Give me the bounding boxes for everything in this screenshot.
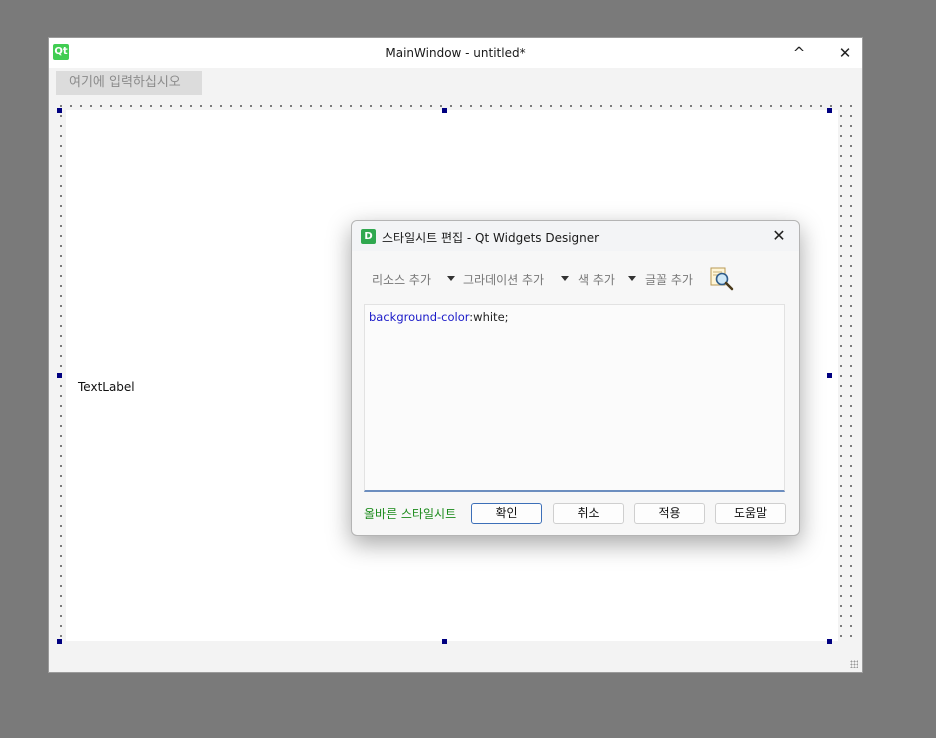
dialog-titlebar: D 스타일시트 편집 - Qt Widgets Designer ✕ bbox=[352, 221, 799, 251]
selection-handle-bottom-right[interactable] bbox=[827, 639, 832, 644]
selection-handle-right[interactable] bbox=[827, 373, 832, 378]
stylesheet-editor-dialog: D 스타일시트 편집 - Qt Widgets Designer ✕ 리소스 추… bbox=[351, 220, 800, 536]
add-resource-dropdown-icon[interactable] bbox=[447, 276, 455, 281]
css-value: :white; bbox=[469, 310, 509, 324]
add-resource-button[interactable]: 리소스 추가 bbox=[372, 271, 431, 288]
selection-handle-top-left[interactable] bbox=[57, 108, 62, 113]
add-color-button[interactable]: 색 추가 bbox=[578, 271, 615, 288]
selection-handle-top[interactable] bbox=[442, 108, 447, 113]
window-title: MainWindow - untitled* bbox=[385, 46, 526, 60]
selection-handle-left[interactable] bbox=[57, 373, 62, 378]
magnifier-icon[interactable] bbox=[708, 266, 734, 292]
window-titlebar: Qt MainWindow - untitled* ^ ✕ bbox=[49, 38, 862, 68]
add-gradient-dropdown-icon[interactable] bbox=[561, 276, 569, 281]
menubar: 여기에 입력하십시오 bbox=[49, 68, 862, 98]
selection-handle-bottom[interactable] bbox=[442, 639, 447, 644]
css-property: background-color bbox=[369, 310, 470, 324]
add-color-dropdown-icon[interactable] bbox=[628, 276, 636, 281]
validation-status: 올바른 스타일시트 bbox=[364, 507, 457, 521]
apply-button[interactable]: 적용 bbox=[634, 503, 705, 524]
help-button[interactable]: 도움말 bbox=[715, 503, 786, 524]
stylesheet-code-line: background-color:white; bbox=[369, 310, 509, 324]
window-resize-grip[interactable] bbox=[850, 660, 858, 668]
stylesheet-toolbar: 리소스 추가 그라데이션 추가 색 추가 글꼴 추가 bbox=[372, 265, 789, 293]
dialog-title: 스타일시트 편집 - Qt Widgets Designer bbox=[382, 231, 600, 245]
selection-handle-bottom-left[interactable] bbox=[57, 639, 62, 644]
close-window-button[interactable]: ✕ bbox=[825, 40, 865, 66]
add-font-button[interactable]: 글꼴 추가 bbox=[645, 271, 693, 288]
ok-button[interactable]: 확인 bbox=[471, 503, 542, 524]
add-gradient-button[interactable]: 그라데이션 추가 bbox=[463, 271, 544, 288]
cancel-button[interactable]: 취소 bbox=[553, 503, 624, 524]
designer-app-icon: D bbox=[361, 229, 376, 244]
stylesheet-text-editor[interactable]: background-color:white; bbox=[364, 304, 785, 492]
selection-handle-top-right[interactable] bbox=[827, 108, 832, 113]
text-label[interactable]: TextLabel bbox=[78, 380, 135, 394]
dialog-close-button[interactable]: ✕ bbox=[765, 224, 793, 248]
menu-type-here-placeholder[interactable]: 여기에 입력하십시오 bbox=[56, 71, 202, 95]
collapse-button[interactable]: ^ bbox=[779, 40, 819, 66]
